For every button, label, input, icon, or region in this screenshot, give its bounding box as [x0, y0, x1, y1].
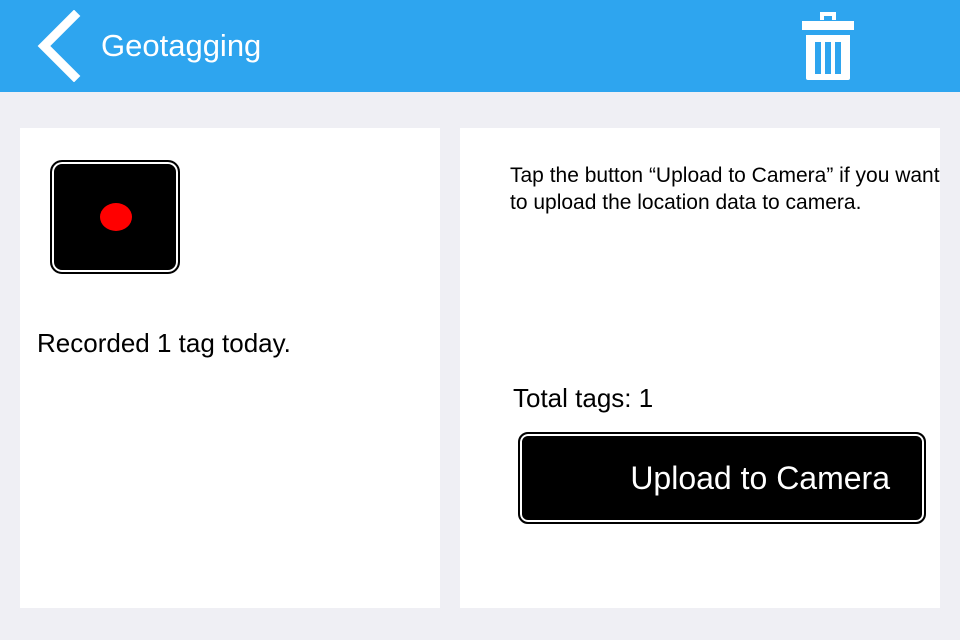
trash-icon [798, 10, 858, 82]
upload-panel: Tap the button “Upload to Camera” if you… [460, 128, 940, 608]
record-button[interactable] [50, 160, 180, 274]
total-tags-count: Total tags: 1 [513, 383, 654, 413]
upload-button-label: Upload to Camera [630, 460, 890, 496]
upload-instructions: Tap the button “Upload to Camera” if you… [510, 164, 940, 214]
recorded-status-text: Recorded 1 tag today. [37, 328, 291, 358]
app-header: Geotagging [0, 0, 960, 92]
recording-panel: Recorded 1 tag today. [20, 128, 440, 608]
record-dot-icon [100, 203, 132, 231]
back-button[interactable] [30, 10, 86, 82]
chevron-left-icon [30, 10, 86, 82]
upload-to-camera-button[interactable]: Upload to Camera [518, 432, 926, 524]
delete-button[interactable] [798, 10, 858, 82]
page-title: Geotagging [101, 28, 262, 63]
